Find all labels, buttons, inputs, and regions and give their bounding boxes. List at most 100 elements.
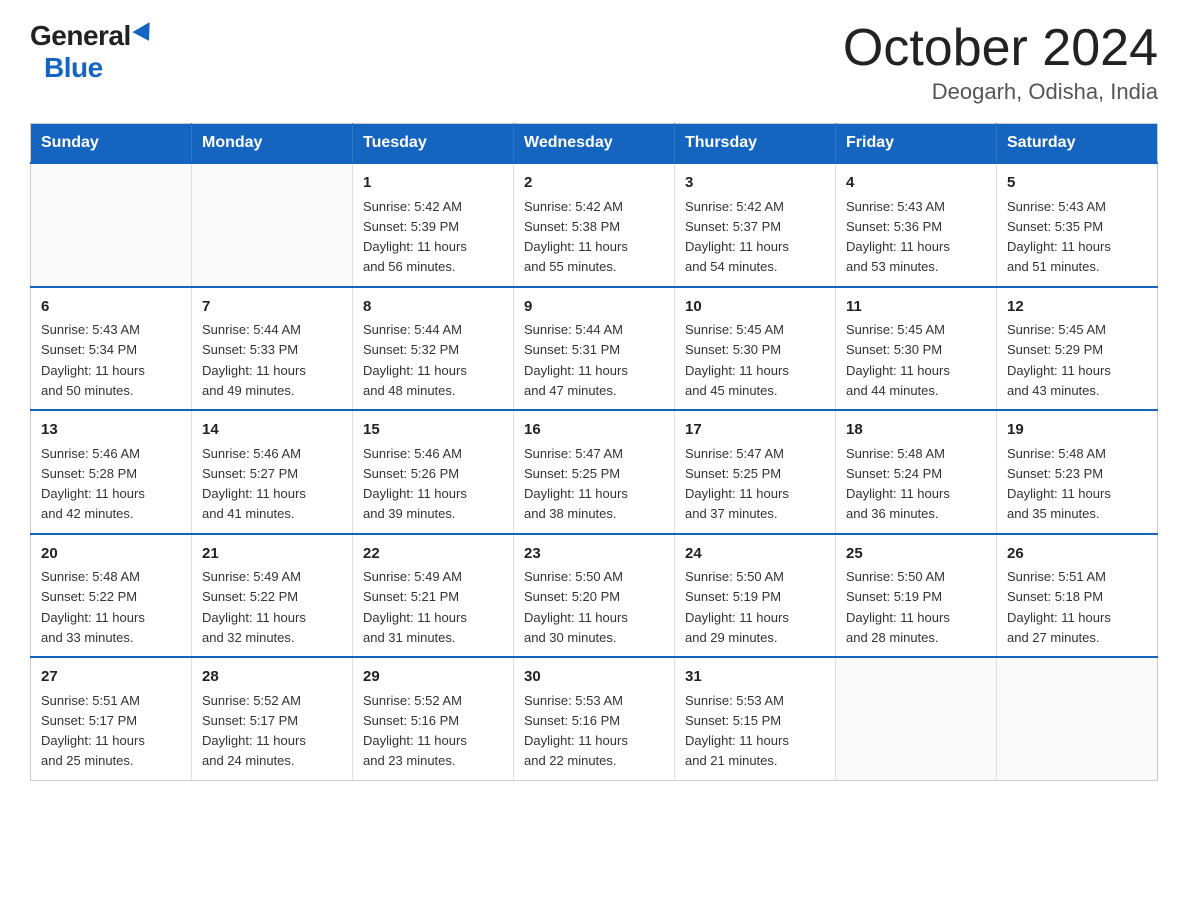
day-info: Sunrise: 5:50 AM Sunset: 5:19 PM Dayligh…: [846, 569, 950, 645]
day-info: Sunrise: 5:45 AM Sunset: 5:30 PM Dayligh…: [685, 322, 789, 398]
day-number: 12: [1007, 296, 1147, 319]
day-number: 10: [685, 296, 825, 319]
calendar-cell: 4Sunrise: 5:43 AM Sunset: 5:36 PM Daylig…: [836, 163, 997, 287]
calendar-cell: 28 Sunrise: 5:52 AM Sunset: 5:17 PM Dayli…: [192, 657, 353, 780]
day-number: 6: [41, 296, 181, 319]
calendar-cell: [192, 163, 353, 287]
calendar-cell: 13Sunrise: 5:46 AM Sunset: 5:28 PM Dayli…: [31, 410, 192, 534]
day-number: 22: [363, 543, 503, 566]
calendar-body: 1 Sunrise: 5:42 AM Sunset: 5:39 PM Daylig…: [31, 163, 1158, 780]
day-info: Sunrise: 5:51 AM Sunset: 5:17 PM Dayligh…: [41, 693, 145, 769]
calendar-week-3: 13Sunrise: 5:46 AM Sunset: 5:28 PM Dayli…: [31, 410, 1158, 534]
calendar-cell: [997, 657, 1158, 780]
calendar-cell: 15 Sunrise: 5:46 AM Sunset: 5:26 PM Dayli…: [353, 410, 514, 534]
calendar-cell: 8Sunrise: 5:44 AM Sunset: 5:32 PM Daylig…: [353, 287, 514, 411]
calendar-week-5: 27 Sunrise: 5:51 AM Sunset: 5:17 PM Dayli…: [31, 657, 1158, 780]
day-info: Sunrise: 5:43 AM Sunset: 5:35 PM Dayligh…: [1007, 199, 1111, 275]
day-number: 5: [1007, 172, 1147, 195]
day-info: Sunrise: 5:52 AM Sunset: 5:17 PM Dayligh…: [202, 693, 306, 769]
title-block: October 2024 Deogarh, Odisha, India: [843, 20, 1158, 105]
day-number: 2: [524, 172, 664, 195]
day-number: 7: [202, 296, 342, 319]
calendar-cell: 27 Sunrise: 5:51 AM Sunset: 5:17 PM Dayli…: [31, 657, 192, 780]
day-info: Sunrise: 5:50 AM Sunset: 5:19 PM Dayligh…: [685, 569, 789, 645]
day-info: Sunrise: 5:48 AM Sunset: 5:22 PM Dayligh…: [41, 569, 145, 645]
day-info: Sunrise: 5:46 AM Sunset: 5:26 PM Dayligh…: [363, 446, 467, 522]
day-of-week-monday: Monday: [192, 124, 353, 164]
day-info: Sunrise: 5:48 AM Sunset: 5:23 PM Dayligh…: [1007, 446, 1111, 522]
day-number: 20: [41, 543, 181, 566]
day-info: Sunrise: 5:51 AM Sunset: 5:18 PM Dayligh…: [1007, 569, 1111, 645]
day-info: Sunrise: 5:44 AM Sunset: 5:33 PM Dayligh…: [202, 322, 306, 398]
calendar-cell: 2 Sunrise: 5:42 AM Sunset: 5:38 PM Daylig…: [514, 163, 675, 287]
calendar-cell: 9Sunrise: 5:44 AM Sunset: 5:31 PM Daylig…: [514, 287, 675, 411]
logo-general-text: General: [30, 20, 131, 52]
day-info: Sunrise: 5:49 AM Sunset: 5:21 PM Dayligh…: [363, 569, 467, 645]
day-number: 11: [846, 296, 986, 319]
calendar-cell: 31 Sunrise: 5:53 AM Sunset: 5:15 PM Dayli…: [675, 657, 836, 780]
day-of-week-tuesday: Tuesday: [353, 124, 514, 164]
day-of-week-thursday: Thursday: [675, 124, 836, 164]
day-info: Sunrise: 5:43 AM Sunset: 5:34 PM Dayligh…: [41, 322, 145, 398]
logo-blue-text: Blue: [44, 52, 103, 83]
calendar-cell: 16Sunrise: 5:47 AM Sunset: 5:25 PM Dayli…: [514, 410, 675, 534]
day-number: 14: [202, 419, 342, 442]
day-info: Sunrise: 5:52 AM Sunset: 5:16 PM Dayligh…: [363, 693, 467, 769]
calendar-cell: 10 Sunrise: 5:45 AM Sunset: 5:30 PM Dayli…: [675, 287, 836, 411]
calendar-week-1: 1 Sunrise: 5:42 AM Sunset: 5:39 PM Daylig…: [31, 163, 1158, 287]
day-info: Sunrise: 5:53 AM Sunset: 5:15 PM Dayligh…: [685, 693, 789, 769]
logo-triangle-icon: [132, 22, 157, 46]
calendar-week-2: 6 Sunrise: 5:43 AM Sunset: 5:34 PM Daylig…: [31, 287, 1158, 411]
calendar-header: SundayMondayTuesdayWednesdayThursdayFrid…: [31, 124, 1158, 164]
day-number: 8: [363, 296, 503, 319]
page-subtitle: Deogarh, Odisha, India: [843, 79, 1158, 105]
logo: General Blue: [30, 20, 155, 84]
day-number: 24: [685, 543, 825, 566]
day-info: Sunrise: 5:42 AM Sunset: 5:38 PM Dayligh…: [524, 199, 628, 275]
calendar-cell: 21Sunrise: 5:49 AM Sunset: 5:22 PM Dayli…: [192, 534, 353, 658]
calendar-cell: [31, 163, 192, 287]
day-number: 28: [202, 666, 342, 689]
day-info: Sunrise: 5:45 AM Sunset: 5:29 PM Dayligh…: [1007, 322, 1111, 398]
day-number: 31: [685, 666, 825, 689]
day-number: 29: [363, 666, 503, 689]
day-info: Sunrise: 5:42 AM Sunset: 5:39 PM Dayligh…: [363, 199, 467, 275]
calendar-week-4: 20 Sunrise: 5:48 AM Sunset: 5:22 PM Dayli…: [31, 534, 1158, 658]
day-number: 16: [524, 419, 664, 442]
day-number: 27: [41, 666, 181, 689]
day-info: Sunrise: 5:48 AM Sunset: 5:24 PM Dayligh…: [846, 446, 950, 522]
day-number: 25: [846, 543, 986, 566]
day-number: 17: [685, 419, 825, 442]
day-number: 23: [524, 543, 664, 566]
day-info: Sunrise: 5:46 AM Sunset: 5:28 PM Dayligh…: [41, 446, 145, 522]
calendar-cell: 1 Sunrise: 5:42 AM Sunset: 5:39 PM Daylig…: [353, 163, 514, 287]
day-info: Sunrise: 5:47 AM Sunset: 5:25 PM Dayligh…: [685, 446, 789, 522]
day-of-week-friday: Friday: [836, 124, 997, 164]
day-info: Sunrise: 5:46 AM Sunset: 5:27 PM Dayligh…: [202, 446, 306, 522]
calendar-cell: 5 Sunrise: 5:43 AM Sunset: 5:35 PM Daylig…: [997, 163, 1158, 287]
day-of-week-sunday: Sunday: [31, 124, 192, 164]
day-header-row: SundayMondayTuesdayWednesdayThursdayFrid…: [31, 124, 1158, 164]
day-info: Sunrise: 5:43 AM Sunset: 5:36 PM Dayligh…: [846, 199, 950, 275]
day-number: 1: [363, 172, 503, 195]
calendar-cell: [836, 657, 997, 780]
day-number: 19: [1007, 419, 1147, 442]
day-number: 18: [846, 419, 986, 442]
calendar-cell: 26Sunrise: 5:51 AM Sunset: 5:18 PM Dayli…: [997, 534, 1158, 658]
day-of-week-saturday: Saturday: [997, 124, 1158, 164]
day-info: Sunrise: 5:50 AM Sunset: 5:20 PM Dayligh…: [524, 569, 628, 645]
day-number: 21: [202, 543, 342, 566]
calendar-cell: 29 Sunrise: 5:52 AM Sunset: 5:16 PM Dayli…: [353, 657, 514, 780]
calendar-cell: 11 Sunrise: 5:45 AM Sunset: 5:30 PM Dayli…: [836, 287, 997, 411]
calendar-cell: 18 Sunrise: 5:48 AM Sunset: 5:24 PM Dayli…: [836, 410, 997, 534]
calendar-cell: 22 Sunrise: 5:49 AM Sunset: 5:21 PM Dayli…: [353, 534, 514, 658]
day-info: Sunrise: 5:42 AM Sunset: 5:37 PM Dayligh…: [685, 199, 789, 275]
calendar-cell: 23 Sunrise: 5:50 AM Sunset: 5:20 PM Dayli…: [514, 534, 675, 658]
day-number: 15: [363, 419, 503, 442]
day-info: Sunrise: 5:45 AM Sunset: 5:30 PM Dayligh…: [846, 322, 950, 398]
calendar-table: SundayMondayTuesdayWednesdayThursdayFrid…: [30, 123, 1158, 781]
day-number: 9: [524, 296, 664, 319]
day-info: Sunrise: 5:53 AM Sunset: 5:16 PM Dayligh…: [524, 693, 628, 769]
calendar-cell: 14 Sunrise: 5:46 AM Sunset: 5:27 PM Dayli…: [192, 410, 353, 534]
page-header: General Blue October 2024 Deogarh, Odish…: [30, 20, 1158, 105]
